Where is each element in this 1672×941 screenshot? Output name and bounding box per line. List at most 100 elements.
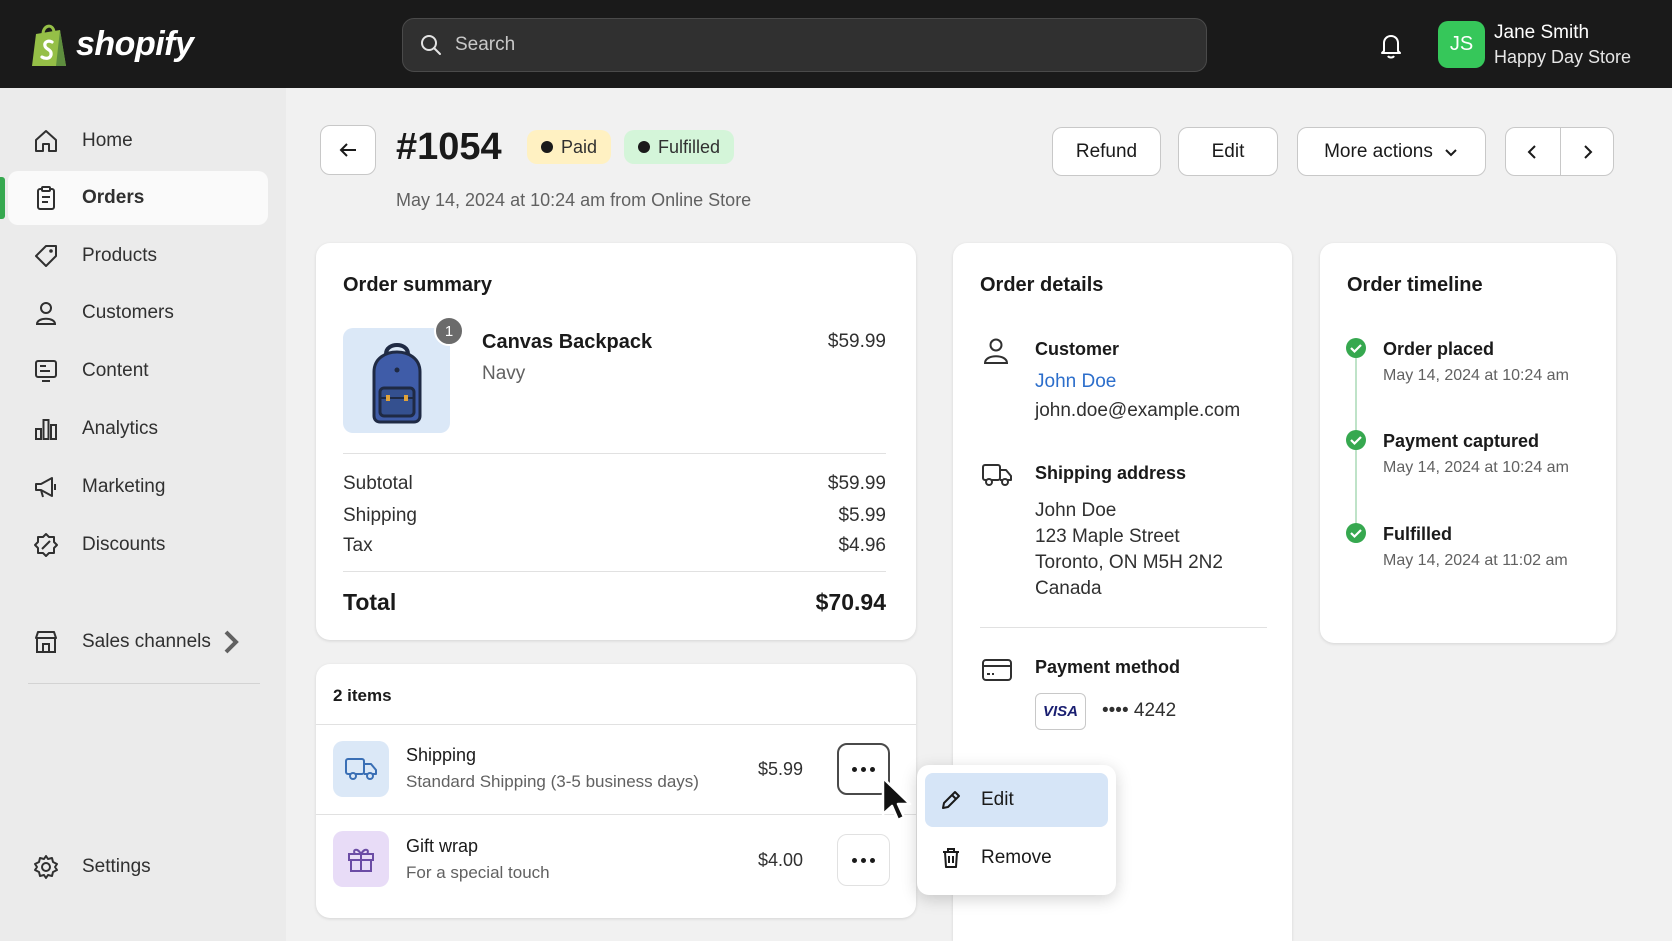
- gear-icon: [34, 855, 58, 879]
- search-input[interactable]: [455, 34, 1175, 56]
- order-summary-card: Order summary 1 Canvas Backpack Navy $59…: [316, 243, 916, 640]
- product-price: $59.99: [827, 331, 886, 352]
- sidebar-item-label: Orders: [82, 187, 145, 208]
- customer-label: Customer: [1035, 339, 1120, 359]
- dot: [870, 857, 875, 863]
- truck-icon: [345, 758, 377, 780]
- truck-icon: [982, 464, 1012, 486]
- item-desc: Standard Shipping (3-5 business days): [406, 772, 699, 791]
- person-icon: [983, 338, 1009, 364]
- sidebar-item-label: Customers: [82, 302, 174, 323]
- sidebar-item-home[interactable]: Home: [8, 114, 268, 168]
- customer-name-link[interactable]: John Doe: [1035, 371, 1116, 393]
- shopify-logo[interactable]: shopify: [30, 20, 194, 68]
- payment-method-label: Payment method: [1035, 657, 1181, 677]
- chevron-right-icon: [1584, 144, 1593, 159]
- status-dot: [541, 141, 553, 153]
- sidebar-item-content[interactable]: Content: [8, 344, 268, 398]
- item-actions-menu: Edit Remove: [917, 765, 1116, 895]
- shipping-value: $5.99: [838, 505, 886, 526]
- edit-button[interactable]: Edit: [1178, 127, 1278, 176]
- sidebar-item-discounts[interactable]: Discounts: [8, 518, 268, 572]
- item-desc: For a special touch: [406, 863, 550, 882]
- product-name[interactable]: Canvas Backpack: [482, 331, 652, 354]
- search-icon: [421, 35, 441, 55]
- menu-item-edit[interactable]: Edit: [925, 773, 1108, 827]
- sidebar-item-customers[interactable]: Customers: [8, 286, 268, 340]
- user-menu[interactable]: Jane Smith Happy Day Store: [1494, 22, 1631, 68]
- sidebar-item-label: Settings: [82, 856, 151, 877]
- status-badge-fulfilled: Fulfilled: [624, 130, 735, 164]
- discount-icon: [34, 533, 58, 557]
- credit-card-icon: [982, 659, 1012, 681]
- back-button[interactable]: [320, 125, 376, 175]
- subtotal-value: $59.99: [827, 473, 886, 494]
- shipping-address-label: Shipping address: [1035, 463, 1187, 483]
- sidebar-item-sales-channels[interactable]: Sales channels: [8, 615, 268, 669]
- sidebar: Home Orders Products Customers Content A…: [0, 88, 286, 941]
- timeline-event-title: Payment captured: [1383, 431, 1540, 451]
- tag-icon: [35, 245, 57, 267]
- notification-bell-icon[interactable]: [1376, 30, 1406, 60]
- divider: [980, 627, 1267, 628]
- previous-order-button[interactable]: [1506, 128, 1560, 175]
- sidebar-item-label: Marketing: [82, 476, 166, 497]
- sidebar-item-label: Sales channels: [82, 631, 211, 652]
- dot: [870, 766, 875, 772]
- refund-button[interactable]: Refund: [1052, 127, 1161, 176]
- sidebar-item-settings[interactable]: Settings: [8, 840, 268, 894]
- badge-label: Fulfilled: [658, 136, 721, 157]
- item-name: Shipping: [406, 745, 477, 765]
- content-icon: [35, 360, 57, 382]
- tax-label: Tax: [343, 535, 373, 556]
- sidebar-item-label: Analytics: [82, 418, 159, 439]
- line-items-card: 2 items Shipping Standard Shipping (3-5 …: [316, 664, 916, 918]
- subtotal-label: Subtotal: [343, 473, 413, 494]
- menu-item-remove[interactable]: Remove: [925, 831, 1108, 885]
- badge-label: Paid: [561, 136, 598, 157]
- gift-icon: [348, 848, 374, 872]
- check-circle-icon: [1346, 338, 1366, 358]
- chevron-right-icon: [224, 630, 239, 654]
- dot: [852, 857, 857, 863]
- timeline-event-title: Order placed: [1383, 339, 1495, 359]
- menu-item-label: Remove: [981, 847, 1052, 868]
- address-line: Toronto, ON M5H 2N2: [1035, 552, 1223, 573]
- card-last4: •••• 4242: [1102, 700, 1177, 721]
- megaphone-icon: [35, 477, 56, 498]
- timeline-event-time: May 14, 2024 at 10:24 am: [1383, 367, 1569, 384]
- next-order-button[interactable]: [1559, 128, 1614, 175]
- shipping-label: Shipping: [343, 505, 417, 526]
- sidebar-item-marketing[interactable]: Marketing: [8, 460, 268, 514]
- user-name: Jane Smith: [1494, 22, 1590, 43]
- search-bar[interactable]: [402, 18, 1207, 72]
- product-thumbnail[interactable]: [343, 328, 450, 433]
- item-actions-button[interactable]: [837, 834, 890, 886]
- items-count: 2 items: [333, 686, 392, 705]
- dot: [852, 766, 857, 772]
- more-actions-button[interactable]: More actions: [1297, 127, 1486, 176]
- sidebar-item-products[interactable]: Products: [8, 229, 268, 283]
- menu-item-label: Edit: [981, 789, 1014, 810]
- item-name: Gift wrap: [406, 836, 479, 856]
- item-price: $4.00: [758, 850, 804, 870]
- sidebar-item-label: Products: [82, 245, 157, 266]
- customer-email[interactable]: john.doe@example.com: [1035, 400, 1240, 422]
- sidebar-item-analytics[interactable]: Analytics: [8, 402, 268, 456]
- sidebar-item-orders[interactable]: Orders: [0, 171, 268, 225]
- orders-icon: [37, 186, 55, 210]
- chevron-left-icon: [1527, 144, 1536, 159]
- mouse-cursor-icon: [881, 776, 912, 822]
- timeline-event-time: May 14, 2024 at 11:02 am: [1383, 552, 1568, 569]
- tax-value: $4.96: [838, 535, 886, 556]
- more-actions-label: More actions: [1324, 140, 1433, 162]
- page-title: #1054: [396, 126, 502, 168]
- product-variant: Navy: [482, 363, 526, 384]
- quantity-badge: 1: [434, 316, 464, 346]
- dot: [861, 766, 866, 772]
- shopify-bag-icon: [32, 24, 66, 66]
- card-title: Order summary: [343, 274, 492, 296]
- avatar[interactable]: JS: [1438, 21, 1485, 68]
- trash-icon: [943, 848, 959, 868]
- sidebar-divider: [28, 683, 260, 684]
